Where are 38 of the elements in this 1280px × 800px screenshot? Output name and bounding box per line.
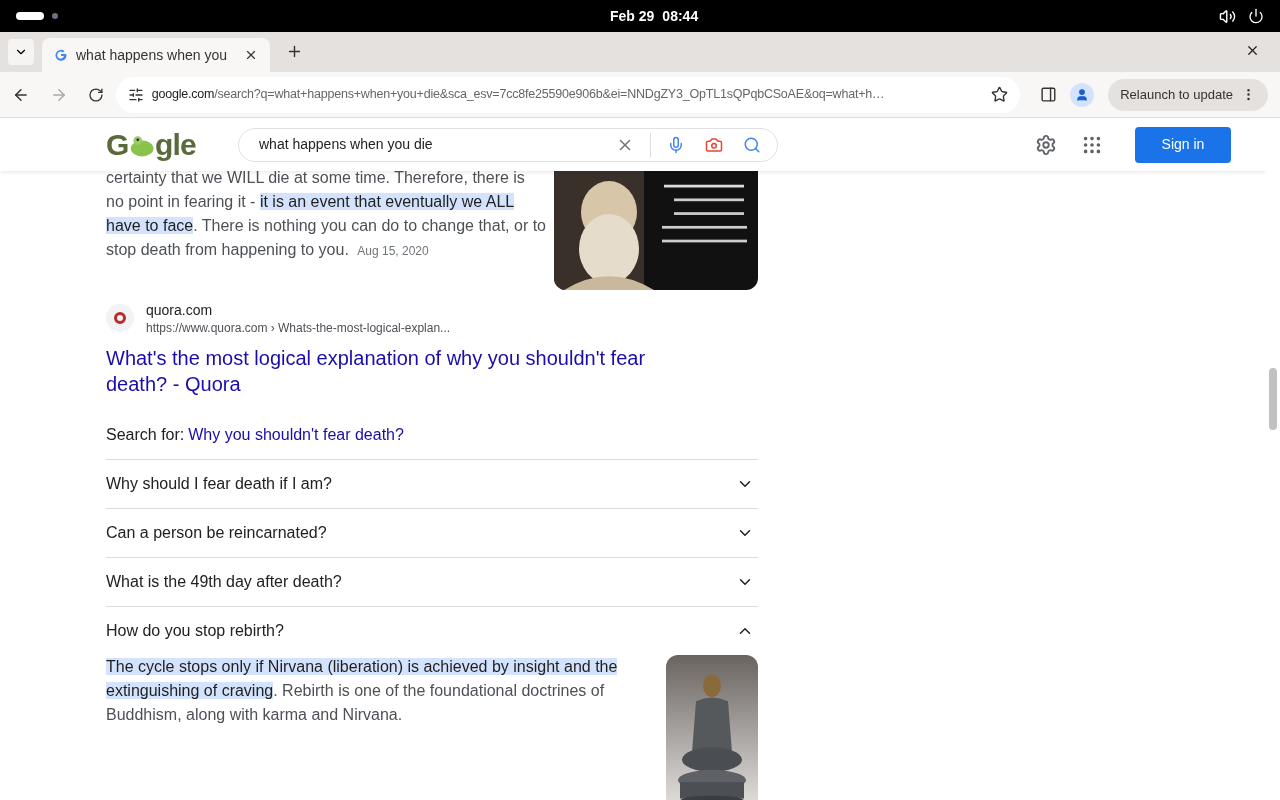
side-panel-icon[interactable] xyxy=(1039,86,1057,103)
date-label[interactable]: Feb 29 xyxy=(610,5,655,27)
bookmark-star-icon[interactable] xyxy=(990,86,1008,103)
question-row[interactable]: Why should I fear death if I am? xyxy=(106,460,758,508)
volume-icon[interactable] xyxy=(1219,7,1236,25)
reload-icon[interactable] xyxy=(87,86,104,103)
quora-favicon xyxy=(106,304,134,332)
power-icon[interactable] xyxy=(1248,8,1264,24)
settings-icon[interactable] xyxy=(1035,133,1057,156)
activities-icon[interactable] xyxy=(16,12,44,20)
profile-avatar[interactable] xyxy=(1070,82,1095,107)
tab-list-button[interactable] xyxy=(8,39,34,65)
google-doodle-logo[interactable]: G gle xyxy=(106,122,196,167)
relaunch-button[interactable]: Relaunch to update xyxy=(1108,78,1268,111)
scrollbar-thumb[interactable] xyxy=(1269,368,1277,430)
search-for-label: Search for: xyxy=(106,425,185,445)
lens-icon[interactable] xyxy=(705,135,723,154)
answer-text: The cycle stops only if Nirvana (liberation) is achieved by insight and the extinguishing of craving. Rebirth is one of the foundational doctrines of Buddhism, along with karma and Nirvana. xyxy=(106,657,619,725)
sign-in-button[interactable]: Sign in xyxy=(1135,126,1231,163)
search-icon[interactable] xyxy=(743,135,761,154)
google-g-icon xyxy=(54,48,68,62)
site-info-icon[interactable] xyxy=(127,86,144,103)
question-row[interactable]: How do you stop rebirth? xyxy=(106,607,758,655)
url-text: google.com/search?q=what+happens+when+you+die&sca_esv=7cc8fe25590e906b&ei=NNDgZY3_OpTL1sQPqbCSoAE&oq=what+h… xyxy=(151,86,886,104)
question-row[interactable]: Can a person be reincarnated? xyxy=(106,509,758,557)
search-for-link[interactable]: Why you shouldn't fear death? xyxy=(188,423,404,447)
browser-tab[interactable]: what happens when you xyxy=(42,38,270,72)
question-row[interactable]: What is the 49th day after death? xyxy=(106,558,758,606)
new-tab-icon[interactable] xyxy=(286,43,303,60)
site-name[interactable]: quora.com xyxy=(146,300,451,320)
time-label[interactable]: 08:44 xyxy=(662,5,699,27)
voice-search-icon[interactable] xyxy=(667,135,685,154)
address-field[interactable]: google.com/search?q=what+happens+when+you+die&sca_esv=7cc8fe25590e906b&ei=NNDgZY3_OpTL1sQPqbCSoAE&oq=what+h… xyxy=(115,76,1020,113)
close-window-icon[interactable] xyxy=(1245,43,1260,58)
result-title-link[interactable]: What's the most logical explanation of why you shouldn't fear death? - Quora xyxy=(106,345,666,397)
close-tab-icon[interactable] xyxy=(244,48,258,62)
site-url[interactable]: https://www.quora.com › Whats-the-most-logical-explan... xyxy=(146,320,451,336)
tab-title: what happens when you xyxy=(76,45,228,65)
